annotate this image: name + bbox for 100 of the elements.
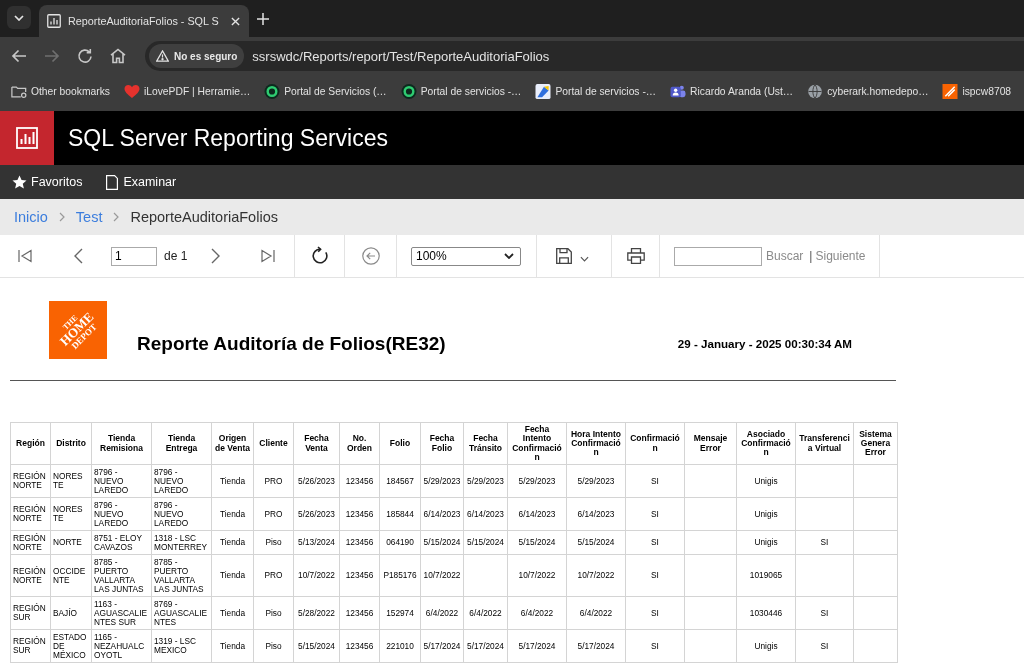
bookmark[interactable]: iLovePDF | Herramie… — [117, 79, 258, 104]
security-chip[interactable]: No es seguro — [149, 44, 245, 68]
chevron-right-icon — [58, 212, 65, 222]
bookmark[interactable]: Ricardo Aranda (Ust… — [663, 79, 801, 104]
table-cell: 123456 — [339, 596, 380, 630]
column-header: Fecha Folio — [420, 422, 464, 465]
reload-icon — [77, 48, 93, 64]
table-cell: Piso — [253, 629, 294, 663]
column-header: Transferencia Virtual — [795, 422, 854, 465]
table-cell: Unigis — [736, 530, 796, 555]
table-cell: 064190 — [379, 530, 421, 555]
plus-icon[interactable] — [257, 13, 269, 25]
bookmark[interactable]: Other bookmarks — [4, 79, 117, 104]
table-cell: SI — [795, 530, 854, 555]
table-cell: ESTADO DE MÉXICO — [50, 629, 92, 663]
app-title: SQL Server Reporting Services — [68, 124, 388, 152]
next-link[interactable]: Siguiente — [815, 249, 866, 263]
table-cell: 6/14/2023 — [566, 497, 626, 531]
chevron-down-icon — [14, 14, 24, 21]
people-icon — [670, 84, 687, 99]
table-cell: 5/15/2024 — [420, 530, 464, 555]
table-cell: 123456 — [339, 554, 380, 597]
zoom-select[interactable]: 100% — [411, 246, 521, 266]
table-cell: 5/17/2024 — [420, 629, 464, 663]
table-cell: SI — [625, 629, 685, 663]
bookmark[interactable]: Portal de Servicios (… — [257, 79, 394, 104]
table-cell: 8769 - AGUASCALIENTES — [151, 596, 212, 630]
table-cell: 5/15/2024 — [463, 530, 508, 555]
table-cell: SI — [625, 596, 685, 630]
bookmark[interactable]: ispcw8708 — [935, 79, 1019, 104]
table-cell: 185844 — [379, 497, 421, 531]
table-cell: 123456 — [339, 464, 380, 498]
table-cell: 8796 - NUEVO LAREDO — [151, 464, 212, 498]
bookmark[interactable]: Portal de servicios -… — [393, 79, 529, 104]
table-cell: 1319 - LSC MEXICO — [151, 629, 212, 663]
document-icon — [106, 174, 119, 190]
ring-icon — [264, 84, 281, 99]
column-header: Sistema Genera Error — [853, 422, 898, 465]
table-cell: 8751 - ELOY CAVAZOS — [91, 530, 152, 555]
table-cell: 10/7/2022 — [293, 554, 340, 597]
column-header: Hora Intento Confirmación — [566, 422, 626, 465]
table-cell: 5/15/2024 — [293, 629, 340, 663]
square-logo-icon — [942, 84, 959, 99]
table-cell: REGIÓN NORTE — [10, 497, 51, 531]
close-icon[interactable] — [231, 16, 240, 26]
table-cell: 6/4/2022 — [463, 596, 508, 630]
column-header: Confirmación — [625, 422, 685, 465]
table-cell: Tienda — [211, 596, 254, 630]
table-cell: 6/4/2022 — [420, 596, 464, 630]
bookmark[interactable]: Portal de servicios -… — [528, 79, 664, 104]
find-link[interactable]: Buscar — [766, 249, 804, 263]
last-page-icon — [261, 249, 276, 263]
chevron-left-icon — [73, 248, 83, 264]
table-cell: 123456 — [339, 530, 380, 555]
table-cell: BAJÍO — [50, 596, 92, 630]
table-cell: 5/15/2024 — [507, 530, 567, 555]
table-cell: Unigis — [736, 464, 796, 498]
chevron-right-icon — [210, 248, 220, 264]
forward-arrow-icon — [44, 49, 60, 63]
table-cell: 8796 - NUEVO LAREDO — [91, 497, 152, 531]
bookmark[interactable]: cyberark.homedepo… — [800, 79, 936, 104]
table-cell: SI — [625, 464, 685, 498]
bar-chart-icon[interactable] — [0, 111, 54, 165]
table-cell: 123456 — [339, 497, 380, 531]
table-cell: 5/17/2024 — [566, 629, 626, 663]
column-header: No. Orden — [339, 422, 380, 465]
table-cell: NORESTE — [50, 497, 92, 531]
table-cell: Tienda — [211, 554, 254, 597]
table-cell: SI — [625, 497, 685, 531]
table-cell: 10/7/2022 — [420, 554, 464, 597]
browser-tab[interactable]: ReporteAuditoriaFolios - SQL S — [39, 5, 249, 37]
table-cell: 5/29/2023 — [507, 464, 567, 498]
table-cell: 184567 — [379, 464, 421, 498]
table-cell: 5/26/2023 — [293, 464, 340, 498]
address-field[interactable]: No es seguro ssrswdc/Reports/report/Test/ReporteAuditoriaFolios — [145, 41, 1024, 71]
column-header: Región — [10, 422, 51, 465]
find-field[interactable] — [674, 246, 762, 266]
table-cell: 1165 - NEZAHUALCOYOTL — [91, 629, 152, 663]
table-cell: 5/13/2024 — [293, 530, 340, 555]
table-cell: SI — [795, 596, 854, 630]
bar-chart-icon — [47, 14, 61, 28]
table-cell: PRO — [253, 464, 294, 498]
page-number-field[interactable]: 1 — [111, 246, 157, 266]
table-cell: REGIÓN NORTE — [10, 554, 51, 597]
back-arrow-icon — [11, 49, 27, 63]
table-cell: Tienda — [211, 530, 254, 555]
separator-text: | — [809, 249, 813, 263]
floppy-disk-icon — [556, 248, 572, 264]
table-cell: 5/15/2024 — [566, 530, 626, 555]
nav-link[interactable]: Favoritos — [12, 175, 83, 189]
table-cell: 221010 — [379, 629, 421, 663]
refresh-icon — [309, 246, 330, 266]
globe-icon — [807, 84, 824, 99]
nav-link[interactable]: Examinar — [106, 174, 177, 190]
table-cell: 1163 - AGUASCALIENTES SUR — [91, 596, 152, 630]
table-cell: Tienda — [211, 629, 254, 663]
table-cell: 1030446 — [736, 596, 796, 630]
tab-list-button[interactable] — [7, 6, 31, 29]
table-cell: REGIÓN SUR — [10, 629, 51, 663]
table-cell: 1019065 — [736, 554, 796, 597]
